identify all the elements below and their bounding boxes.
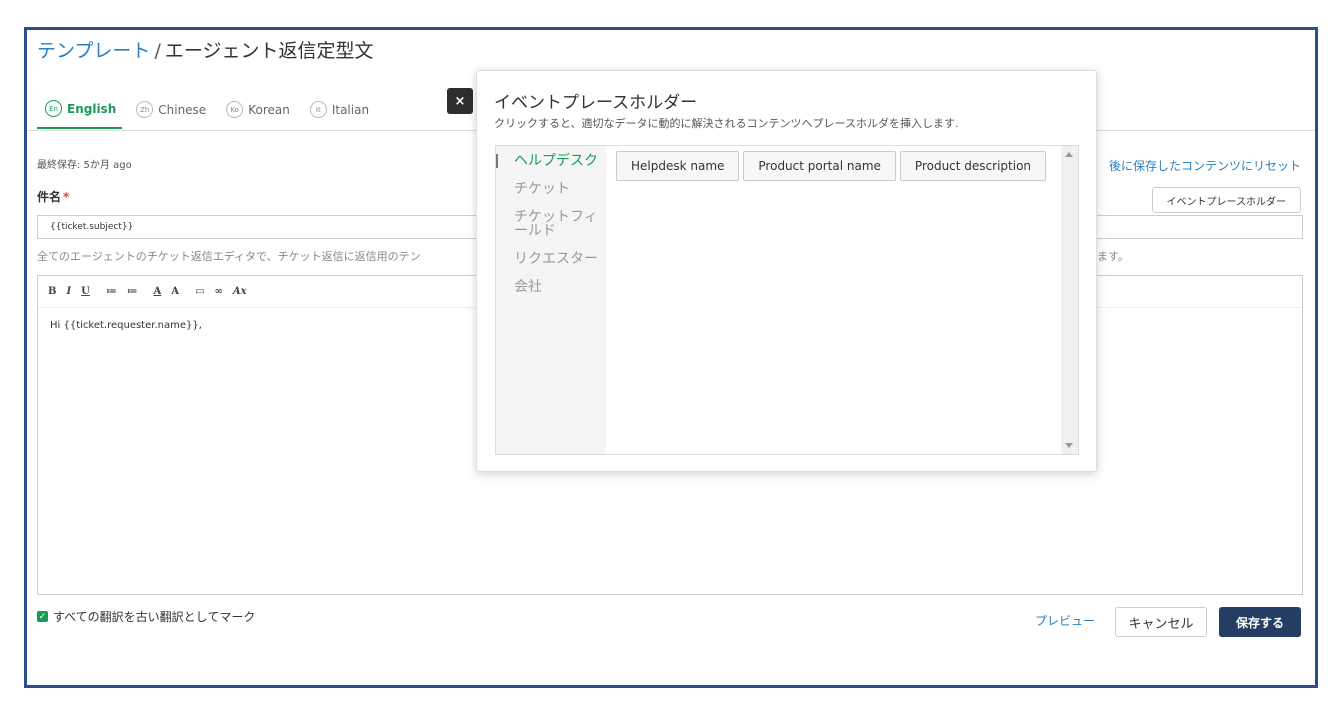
mark-all-outdated-checkbox[interactable]: ✓ すべての翻訳を古い翻訳としてマーク (37, 608, 255, 625)
tab-english[interactable]: En English (37, 98, 123, 129)
placeholder-product-description[interactable]: Product description (899, 151, 1047, 181)
subject-label: 件名 * (37, 188, 69, 205)
event-placeholder-button[interactable]: イベントプレースホルダー (1151, 187, 1301, 213)
category-helpdesk[interactable]: ヘルプデスク (496, 154, 606, 168)
save-button[interactable]: 保存する (1219, 607, 1301, 637)
page-title: テンプレート / エージェント返信定型文 (37, 36, 373, 63)
tab-label: English (67, 101, 117, 116)
tab-label: Chinese (158, 102, 207, 117)
scrollbar[interactable] (1061, 146, 1078, 454)
language-badge-icon: En (45, 100, 62, 117)
category-ticket[interactable]: チケット (496, 182, 606, 196)
bold-icon[interactable]: B (48, 286, 56, 297)
language-tabs: En English Zh Chinese Ko Korean It Itali… (37, 98, 381, 129)
category-requester[interactable]: リクエスター (496, 252, 606, 266)
popover-title: イベントプレースホルダー (494, 93, 698, 113)
breadcrumb-current: エージェント返信定型文 (164, 40, 374, 62)
clear-format-icon[interactable]: Ax (233, 286, 247, 297)
subject-label-text: 件名 (37, 190, 62, 204)
checkbox-checked-icon[interactable]: ✓ (37, 611, 48, 622)
breadcrumb-templates[interactable]: テンプレート (37, 40, 150, 62)
underline-icon[interactable]: U (81, 286, 90, 297)
category-ticket-fields[interactable]: チケットフィールド (496, 210, 606, 238)
tab-korean[interactable]: Ko Korean (218, 98, 296, 129)
popover-subtitle: クリックすると、適切なデータに動的に解決されるコンテンツへプレースホルダを挿入し… (494, 117, 959, 130)
image-icon[interactable]: ▭ (195, 286, 204, 297)
bullet-list-icon[interactable]: ≔ (106, 286, 117, 297)
language-badge-icon: Ko (226, 101, 244, 118)
tab-label: Korean (248, 102, 290, 117)
event-placeholder-popover: イベントプレースホルダー クリックすると、適切なデータに動的に解決されるコンテン… (476, 70, 1097, 472)
cancel-button[interactable]: キャンセル (1115, 607, 1207, 637)
last-saved-text: 最終保存: 5か月 ago (37, 160, 132, 171)
tab-chinese[interactable]: Zh Chinese (128, 98, 212, 129)
scroll-down-icon[interactable] (1065, 443, 1073, 448)
helper-text-tail: ます。 (1097, 250, 1129, 263)
link-icon[interactable]: ∞ (215, 286, 223, 297)
preview-link[interactable]: プレビュー (1035, 612, 1095, 629)
scroll-up-icon[interactable] (1065, 152, 1073, 157)
font-color-icon[interactable]: A (154, 286, 162, 297)
placeholder-helpdesk-name[interactable]: Helpdesk name (616, 151, 740, 181)
tab-italian[interactable]: It Italian (302, 98, 375, 129)
mark-all-label: すべての翻訳を古い翻訳としてマーク (53, 610, 256, 624)
language-badge-icon: It (309, 101, 327, 118)
numbered-list-icon[interactable]: ≔ (127, 286, 138, 297)
category-list: ヘルプデスク チケット チケットフィールド リクエスター 会社 (496, 146, 606, 454)
required-mark: * (63, 190, 70, 204)
language-badge-icon: Zh (136, 101, 154, 118)
tab-label: Italian (331, 102, 370, 117)
category-company[interactable]: 会社 (496, 280, 606, 294)
reset-to-saved-link[interactable]: 後に保存したコンテンツにリセット (1109, 157, 1301, 174)
breadcrumb-separator: / (154, 40, 161, 62)
italic-icon[interactable]: I (66, 286, 71, 297)
placeholder-list: Helpdesk name Product portal name Produc… (606, 146, 1078, 454)
placeholder-product-portal-name[interactable]: Product portal name (743, 151, 896, 181)
placeholder-picker: ヘルプデスク チケット チケットフィールド リクエスター 会社 Helpdesk… (495, 145, 1079, 455)
background-color-icon[interactable]: A (171, 286, 179, 297)
close-popover-button[interactable]: × (447, 88, 473, 114)
